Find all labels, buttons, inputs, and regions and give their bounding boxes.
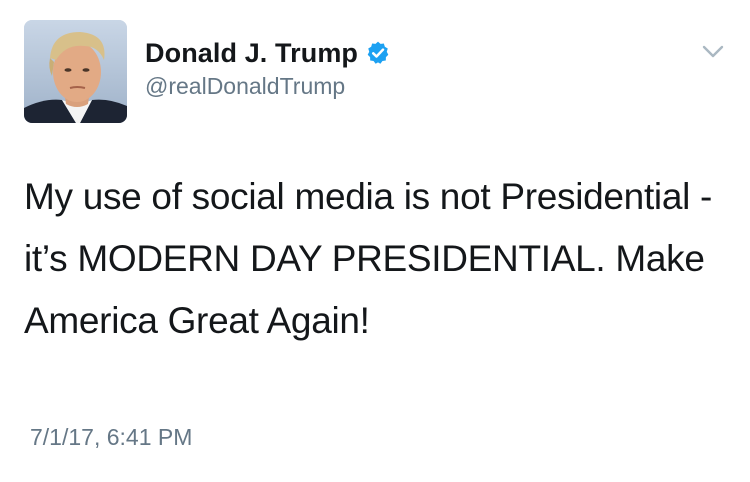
- author-display-name[interactable]: Donald J. Trump: [145, 38, 358, 69]
- tweet-timestamp[interactable]: 7/1/17, 6:41 PM: [30, 424, 192, 451]
- author-name-row: Donald J. Trump: [145, 36, 391, 70]
- avatar-photo-icon: [24, 20, 127, 123]
- author-avatar[interactable]: [24, 20, 127, 123]
- verified-badge-icon: [365, 40, 391, 66]
- tweet-text: My use of social media is not Presidenti…: [24, 176, 713, 341]
- author-handle[interactable]: @realDonaldTrump: [145, 73, 345, 100]
- chevron-down-icon[interactable]: [700, 42, 726, 62]
- tweet-card: Donald J. Trump @realDonaldTrump My use …: [0, 0, 750, 482]
